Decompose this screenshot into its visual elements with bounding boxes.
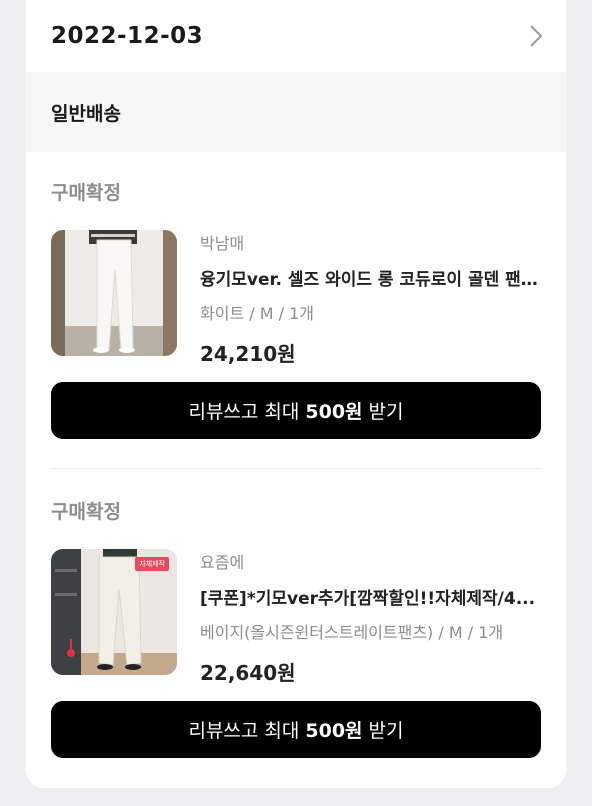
product-brand[interactable]: 요즘에 xyxy=(200,549,550,573)
product-price: 24,210원 xyxy=(200,342,296,366)
review-button-prefix: 리뷰쓰고 최대 xyxy=(188,401,300,423)
shipping-type-row: 일반배송 xyxy=(26,72,566,152)
review-button-suffix: 받기 xyxy=(368,720,404,742)
write-review-button[interactable]: 리뷰쓰고 최대 500원 받기 xyxy=(51,701,541,758)
product-price: 22,640원 xyxy=(200,661,296,685)
order-divider xyxy=(51,468,541,469)
order-card: 2022-12-03 일반배송 구매확정 박남매 융기모ver. 셀즈 와이드 … xyxy=(26,0,566,788)
review-button-prefix: 리뷰쓰고 최대 xyxy=(188,720,300,742)
review-button-suffix: 받기 xyxy=(368,401,404,423)
order-status: 구매확정 xyxy=(51,182,121,204)
order-date: 2022-12-03 xyxy=(51,23,204,49)
product-name[interactable]: [쿠폰]*기모ver추가[깜짝할인!!자체제작/4... xyxy=(200,584,540,609)
product-badge: 자체제작 xyxy=(135,557,169,571)
order-status: 구매확정 xyxy=(51,501,121,523)
product-info: 박남매 융기모ver. 셀즈 와이드 롱 코듀로이 골덴 팬... 화이트 / … xyxy=(200,230,550,367)
product-image[interactable] xyxy=(51,230,177,356)
order-date-row[interactable]: 2022-12-03 xyxy=(26,0,566,72)
product-image[interactable]: 자체제작 xyxy=(51,549,177,675)
product-info: 요즘에 [쿠폰]*기모ver추가[깜짝할인!!자체제작/4... 베이지(올시즌… xyxy=(200,549,550,686)
chevron-right-icon[interactable] xyxy=(528,23,544,49)
product-option: 베이지(올시즌윈터스트레이트팬츠) / M / 1개 xyxy=(200,623,504,642)
product-brand[interactable]: 박남매 xyxy=(200,230,550,254)
product-option: 화이트 / M / 1개 xyxy=(200,304,314,323)
review-button-amount: 500원 xyxy=(305,401,363,423)
shipping-type-label: 일반배송 xyxy=(51,102,121,125)
review-button-amount: 500원 xyxy=(305,720,363,742)
write-review-button[interactable]: 리뷰쓰고 최대 500원 받기 xyxy=(51,382,541,439)
product-name[interactable]: 융기모ver. 셀즈 와이드 롱 코듀로이 골덴 팬... xyxy=(200,265,540,290)
